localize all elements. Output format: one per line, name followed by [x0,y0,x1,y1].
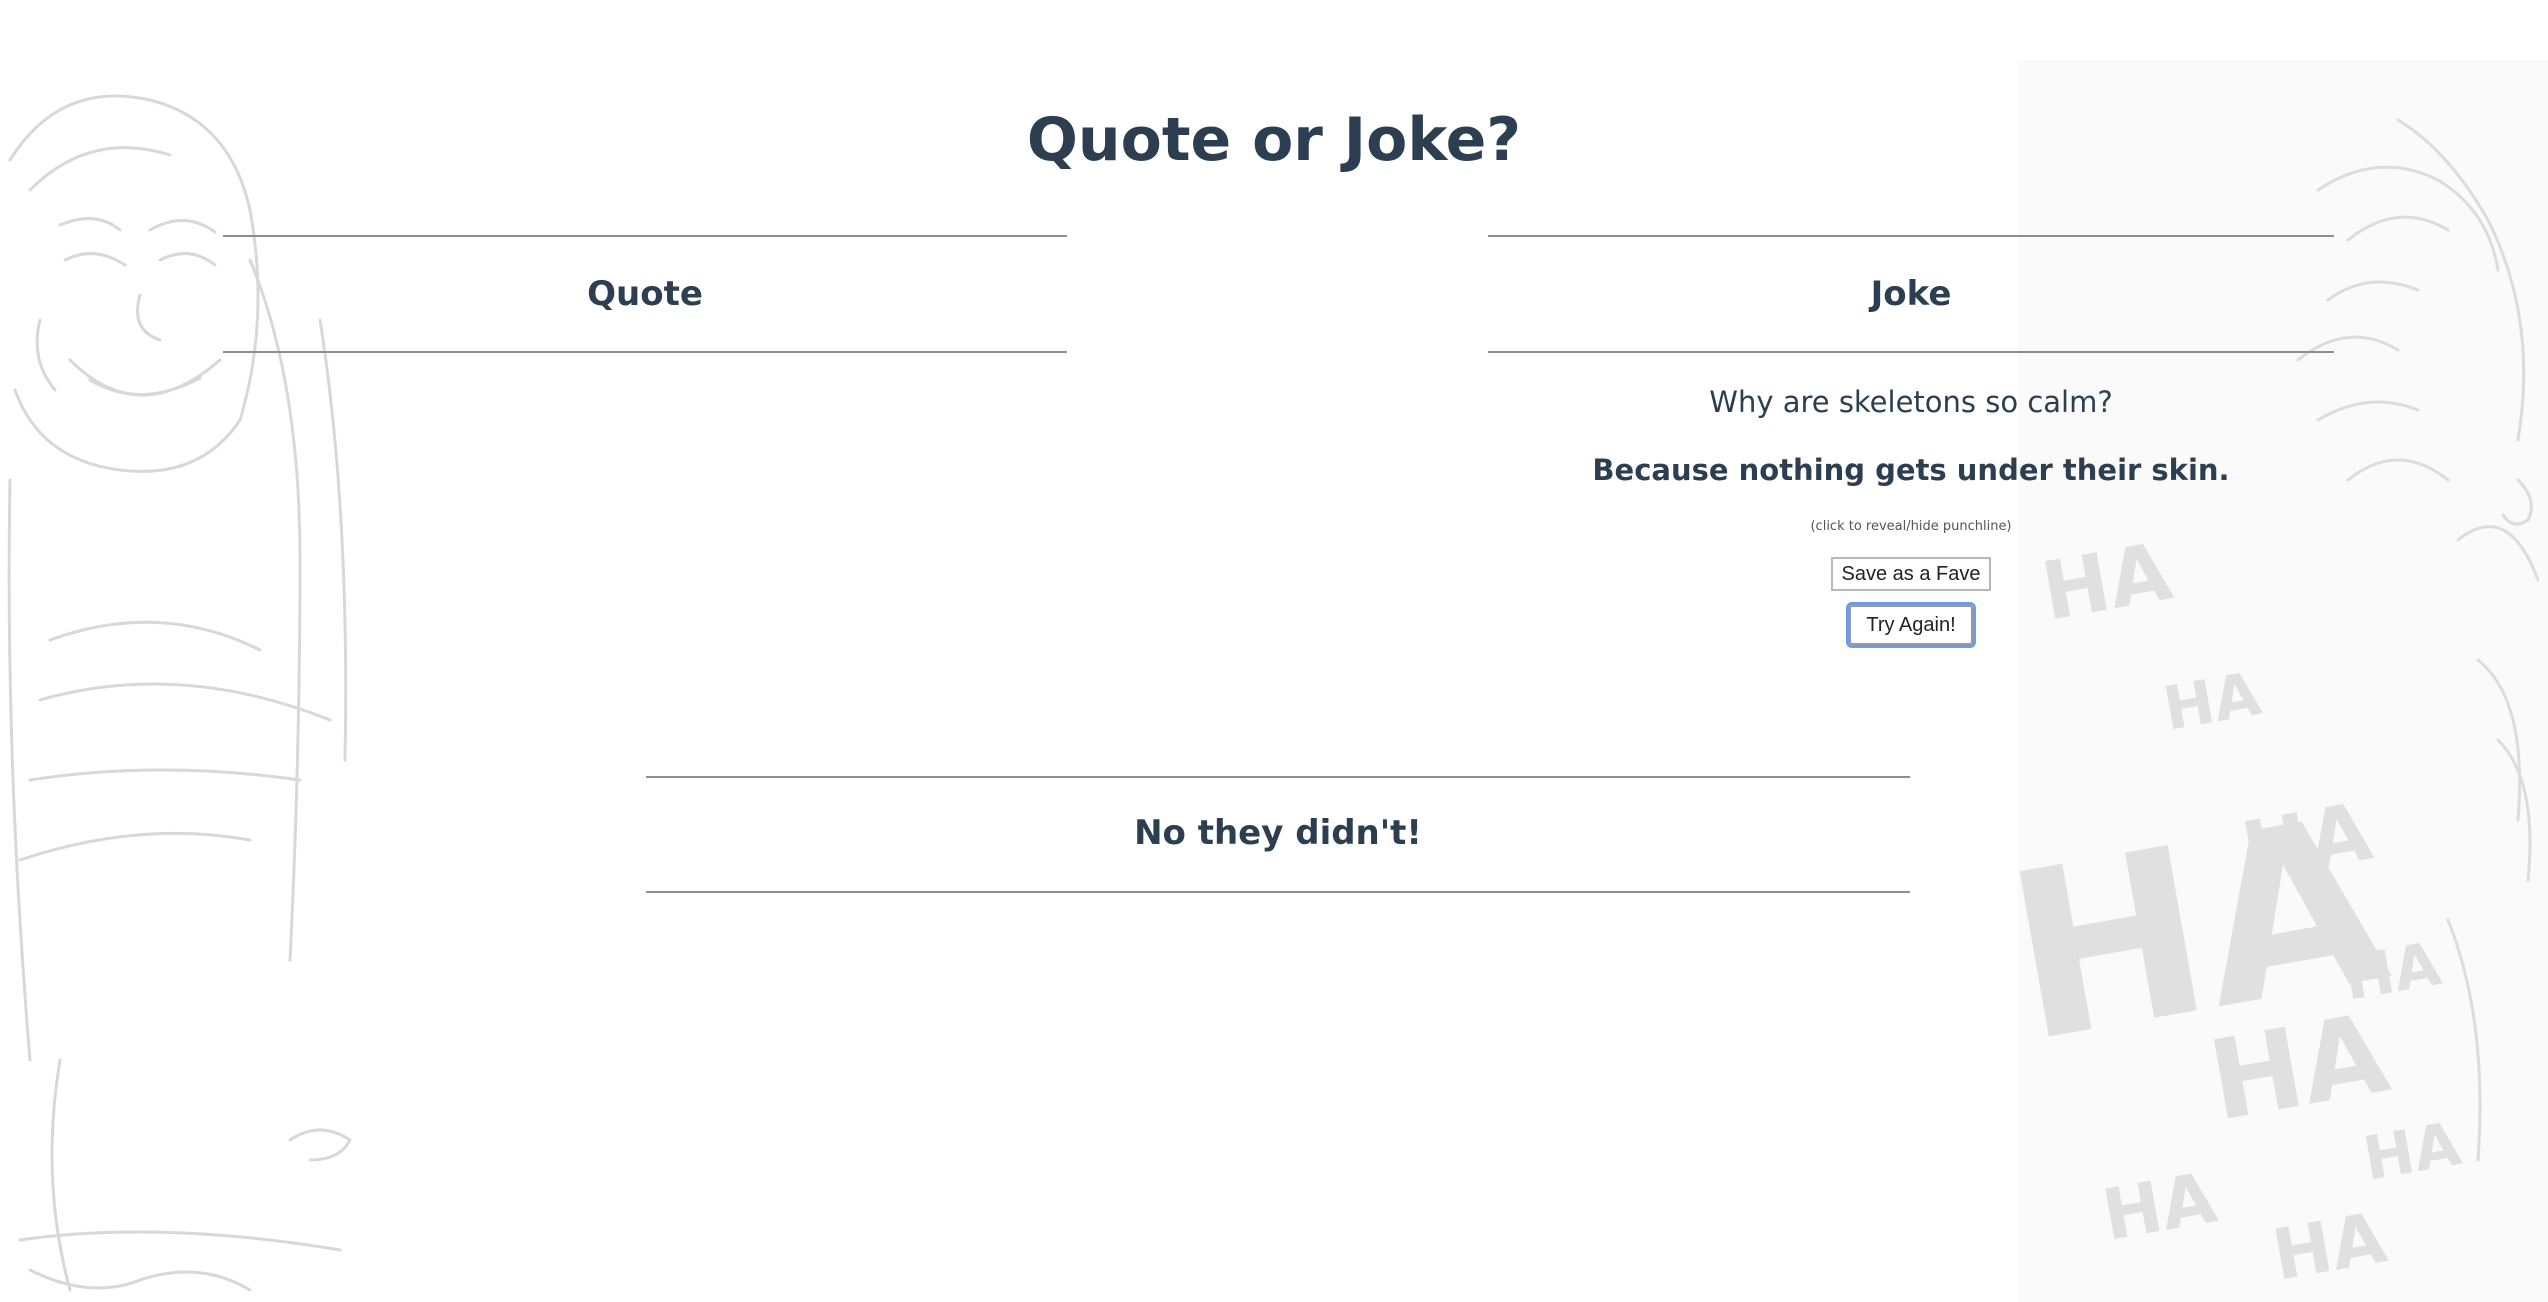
ha-text-8: HA [2097,1156,2222,1256]
ha-ha-sketch: HA HA HA HA HA HA HA HA HA [2018,60,2548,1302]
result-top-divider [646,776,1910,778]
quote-bottom-divider [223,351,1067,353]
ha-text-2: HA [2158,659,2266,745]
result-message: No they didn't! [1134,813,1422,853]
joke-heading: Joke [1870,274,1952,314]
joke-bottom-divider [1488,351,2334,353]
ha-text-6: HA [2358,1109,2466,1195]
save-fave-button[interactable]: Save as a Fave [1831,557,1991,591]
result-bottom-divider [646,891,1910,893]
ha-ha-illustration: HA HA HA HA HA HA HA HA HA [2018,118,2540,1297]
ha-text-7: HA [2267,1196,2392,1296]
joke-punchline[interactable]: Because nothing gets under their skin. [1488,448,2334,492]
punchline-hint: (click to reveal/hide punchline) [1810,519,2012,534]
quote-heading: Quote [587,274,703,314]
laughing-figure-sketch [0,60,372,1302]
quote-top-divider [223,235,1067,237]
ha-letters: HA HA HA HA HA HA HA HA HA [2018,525,2466,1297]
joke-top-divider [1488,235,2334,237]
page-title: Quote or Joke? [1026,105,1522,175]
laughing-figure-illustration [7,94,352,1292]
joke-setup: Why are skeletons so calm? [1709,385,2113,419]
ha-text-1: HA [2035,525,2178,639]
try-again-button[interactable]: Try Again! [1846,602,1976,648]
